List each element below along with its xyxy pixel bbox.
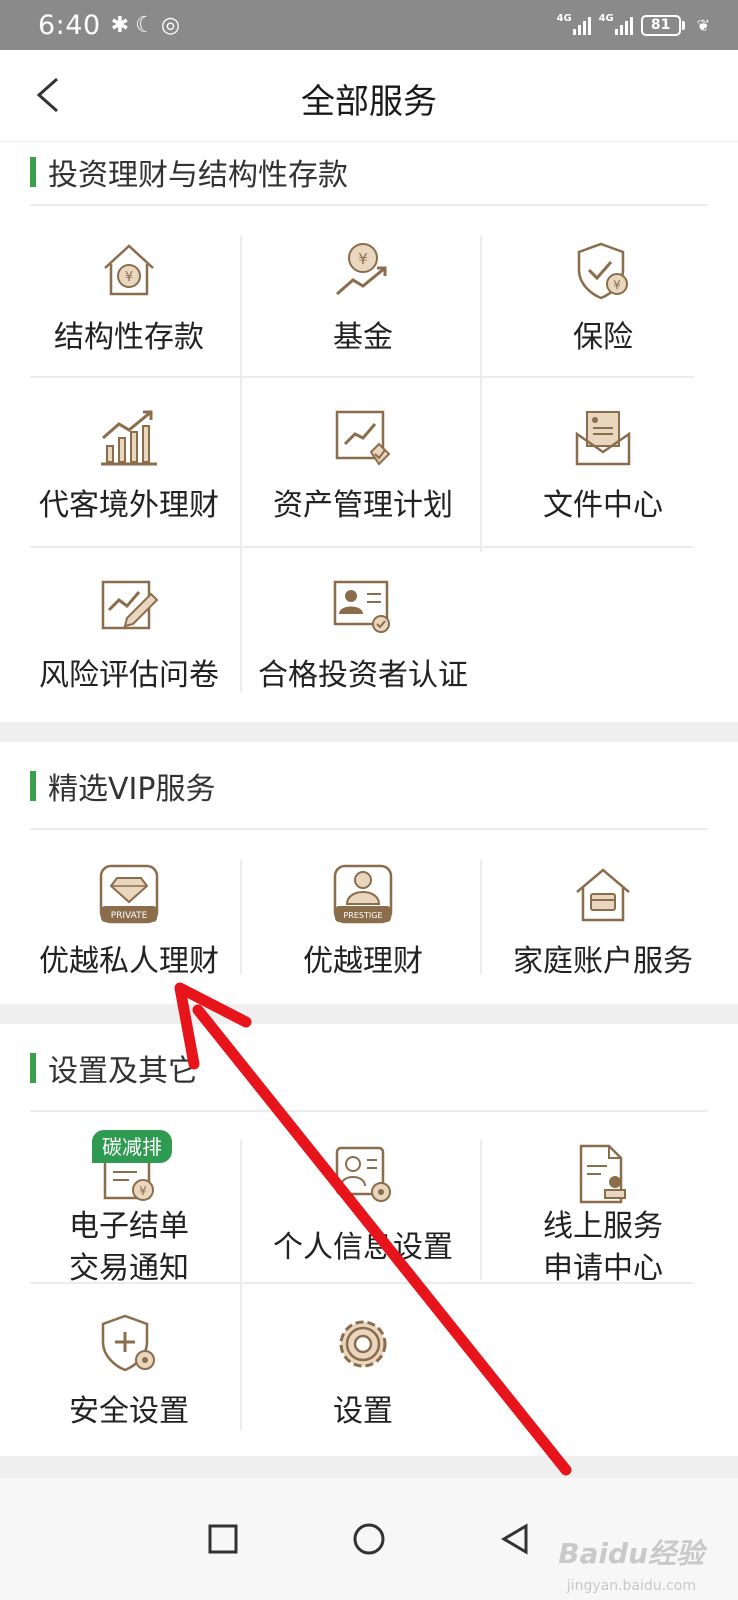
chart-pen-icon: [97, 576, 161, 640]
service-settings[interactable]: 设置: [250, 1312, 476, 1434]
profile-gear-icon: [331, 1142, 395, 1206]
circle-icon: [353, 1523, 385, 1555]
service-risk-assessment[interactable]: 风险评估问卷: [16, 576, 242, 698]
hotspot-icon: ◎: [160, 12, 181, 38]
person-prestige-card-icon: PRESTIGE: [331, 862, 395, 926]
svg-text:PRIVATE: PRIVATE: [111, 911, 148, 921]
home-button[interactable]: [344, 1514, 394, 1564]
section-investment: 投资理财与结构性存款 ¥ 结构性存款 ¥ 基金 ¥ 保险 代客境外理财 资产管理…: [0, 142, 738, 722]
section-vip: 精选VIP服务 PRIVATE 优越私人理财 PRESTIGE 优越理财 家庭账…: [0, 742, 738, 1004]
section-accent-bar: [30, 157, 36, 187]
chart-document-icon: [331, 406, 395, 470]
bar-chart-growth-icon: [97, 406, 161, 470]
envelope-document-icon: [571, 406, 635, 470]
carbon-reduction-badge: 碳减排: [92, 1130, 172, 1163]
section-title: 设置及其它: [48, 1054, 198, 1089]
moon-icon: ☾: [135, 12, 155, 38]
watermark-url: jingyan.baidu.com: [566, 1578, 696, 1594]
header: 全部服务: [0, 50, 738, 142]
svg-text:¥: ¥: [125, 270, 133, 285]
service-asset-management-plan[interactable]: 资产管理计划: [250, 406, 476, 528]
service-document-center[interactable]: 文件中心: [490, 406, 716, 528]
section-accent-bar: [30, 771, 36, 801]
service-premier-private-wealth[interactable]: PRIVATE 优越私人理财: [16, 862, 242, 984]
section-accent-bar: [30, 1053, 36, 1083]
signal-icon: 4G: [599, 13, 633, 35]
section-title: 精选VIP服务: [48, 772, 216, 807]
status-time: 6:40: [38, 9, 101, 41]
document-stamp-icon: [571, 1142, 635, 1206]
house-card-icon: [571, 862, 635, 926]
system-back-button[interactable]: [490, 1514, 540, 1564]
system-navigation-bar: Baidu经验 jingyan.baidu.com: [0, 1478, 738, 1600]
service-fund[interactable]: ¥ 基金: [250, 238, 476, 360]
battery-icon: 81: [640, 14, 685, 36]
leaf-icon: ❦: [696, 15, 710, 35]
status-bar: 6:40 ✱ ☾ ◎ 4G 4G 81 ❦: [0, 0, 738, 50]
service-insurance[interactable]: ¥ 保险: [490, 238, 716, 360]
service-online-application-center[interactable]: 线上服务 申请中心: [490, 1142, 716, 1290]
shield-check-icon: ¥: [571, 238, 635, 302]
svg-text:¥: ¥: [139, 1184, 147, 1198]
watermark: Baidu经验: [558, 1537, 704, 1570]
diamond-private-card-icon: PRIVATE: [97, 862, 161, 926]
service-e-statement-notification[interactable]: ¥ 碳减排 电子结单 交易通知: [16, 1130, 242, 1290]
coin-growth-icon: ¥: [331, 238, 395, 302]
service-family-account[interactable]: 家庭账户服务: [490, 862, 716, 984]
recent-apps-button[interactable]: [198, 1514, 248, 1564]
service-qualified-investor-certification[interactable]: 合格投资者认证: [250, 576, 476, 698]
svg-text:PRESTIGE: PRESTIGE: [343, 911, 382, 920]
section-settings: 设置及其它 ¥ 碳减排 电子结单 交易通知 个人信息设置 线上服务 申请中心 安…: [0, 1024, 738, 1456]
square-icon: [208, 1524, 238, 1554]
gear-icon: [331, 1312, 395, 1376]
triangle-back-icon: [501, 1523, 528, 1555]
shield-plus-gear-icon: [97, 1312, 161, 1376]
signal-icon: 4G: [557, 13, 591, 35]
page-title: 全部服务: [301, 82, 437, 122]
service-security-settings[interactable]: 安全设置: [16, 1312, 242, 1434]
house-yuan-icon: ¥: [97, 238, 161, 302]
service-premier-wealth[interactable]: PRESTIGE 优越理财: [250, 862, 476, 984]
svg-text:¥: ¥: [358, 250, 368, 268]
svg-text:¥: ¥: [613, 278, 621, 292]
id-card-certificate-icon: [331, 576, 395, 640]
section-title: 投资理财与结构性存款: [48, 158, 348, 193]
service-personal-info-settings[interactable]: 个人信息设置: [250, 1142, 476, 1270]
service-qdii-wealth[interactable]: 代客境外理财: [16, 406, 242, 528]
bluetooth-icon: ✱: [110, 12, 130, 38]
service-structured-deposit[interactable]: ¥ 结构性存款: [16, 238, 242, 360]
